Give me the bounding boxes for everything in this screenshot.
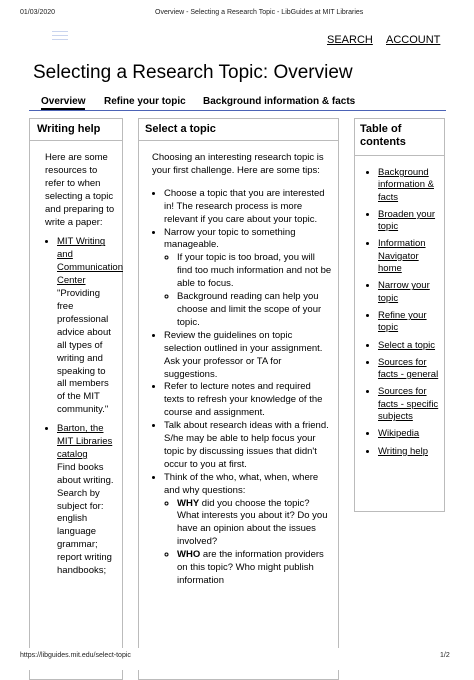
page-title: Selecting a Research Topic: Overview xyxy=(33,62,353,83)
question-word: WHY xyxy=(177,497,200,509)
tab-bar: Overview Refine your topic Background in… xyxy=(29,95,446,111)
list-item: Barton, the MIT Libraries catalog Find b… xyxy=(57,423,117,578)
toc-item-select[interactable]: Select a topic xyxy=(378,340,435,351)
list-item: MIT Writing and Communication Center "Pr… xyxy=(57,236,123,417)
list-item: Narrow your topic to something manageabl… xyxy=(164,227,332,330)
question-word: WHO xyxy=(177,549,201,561)
toc-item-facts-general[interactable]: Sources for facts - general xyxy=(378,357,438,380)
writing-help-title: Writing help xyxy=(37,123,101,135)
mit-writing-center-link[interactable]: MIT Writing and Communication Center xyxy=(57,236,123,286)
list-item-desc: "Providing free professional advice abou… xyxy=(57,288,111,416)
list-item: Review the guidelines on topic selection… xyxy=(164,330,332,382)
question-text: are the information providers on this to… xyxy=(177,549,324,586)
list-item: If your topic is too broad, you will fin… xyxy=(177,252,332,291)
list-item: WHO are the information providers on thi… xyxy=(177,549,332,588)
list-item-desc: Find books about writing. Search by subj… xyxy=(57,461,114,577)
writing-help-intro: Here are some resources to refer to when… xyxy=(45,152,115,228)
toc-box: Table of contents Background information… xyxy=(354,118,445,512)
toc-item-broaden[interactable]: Broaden your topic xyxy=(378,209,435,232)
toc-item-refine[interactable]: Refine your topic xyxy=(378,310,427,333)
writing-help-content: Here are some resources to refer to when… xyxy=(45,152,123,578)
toc-item-info-navigator[interactable]: Information Navigator home xyxy=(378,238,426,274)
list-item: Think of the who, what, when, where and … xyxy=(164,472,332,588)
tab-background-information[interactable]: Background information & facts xyxy=(203,96,355,107)
footer-page: 1/2 xyxy=(440,652,450,659)
select-topic-content: Choosing an interesting research topic i… xyxy=(152,152,332,588)
toc-title: Table of contents xyxy=(360,123,406,148)
search-link[interactable]: SEARCH xyxy=(327,34,373,46)
list-item: Choose a topic that you are interested i… xyxy=(164,188,332,227)
list-item-text: Think of the who, what, when, where and … xyxy=(164,471,319,496)
select-topic-title: Select a topic xyxy=(145,123,216,135)
question-text: did you choose the topic? What interests… xyxy=(177,497,328,548)
tab-overview[interactable]: Overview xyxy=(41,96,86,110)
toc-item-narrow[interactable]: Narrow your topic xyxy=(378,280,430,303)
toc-item-wikipedia[interactable]: Wikipedia xyxy=(378,428,419,439)
toc-list: Background information & facts Broaden y… xyxy=(366,167,442,463)
select-topic-intro: Choosing an interesting research topic i… xyxy=(152,152,324,176)
list-item: WHY did you choose the topic? What inter… xyxy=(177,498,332,550)
footer-url: https://libguides.mit.edu/select-topic xyxy=(20,652,131,659)
list-item: Refer to lecture notes and required text… xyxy=(164,381,332,420)
writing-help-box: Writing help Here are some resources to … xyxy=(29,118,123,680)
menu-icon[interactable] xyxy=(52,31,68,41)
print-date: 01/03/2020 xyxy=(20,9,56,16)
list-item-text: Narrow your topic to something manageabl… xyxy=(164,226,296,251)
account-link[interactable]: ACCOUNT xyxy=(386,34,440,46)
barton-catalog-link[interactable]: Barton, the MIT Libraries catalog xyxy=(57,423,112,460)
toc-item-background[interactable]: Background information & facts xyxy=(378,167,434,203)
list-item: Talk about research ideas with a friend.… xyxy=(164,420,332,472)
toc-item-facts-specific[interactable]: Sources for facts - specific subjects xyxy=(378,386,438,422)
list-item: Background reading can help you choose a… xyxy=(177,291,332,330)
toc-item-writing-help[interactable]: Writing help xyxy=(378,446,428,457)
print-title: Overview - Selecting a Research Topic - … xyxy=(155,9,364,16)
select-topic-box: Select a topic Choosing an interesting r… xyxy=(138,118,339,680)
tab-refine-your-topic[interactable]: Refine your topic xyxy=(104,96,186,107)
